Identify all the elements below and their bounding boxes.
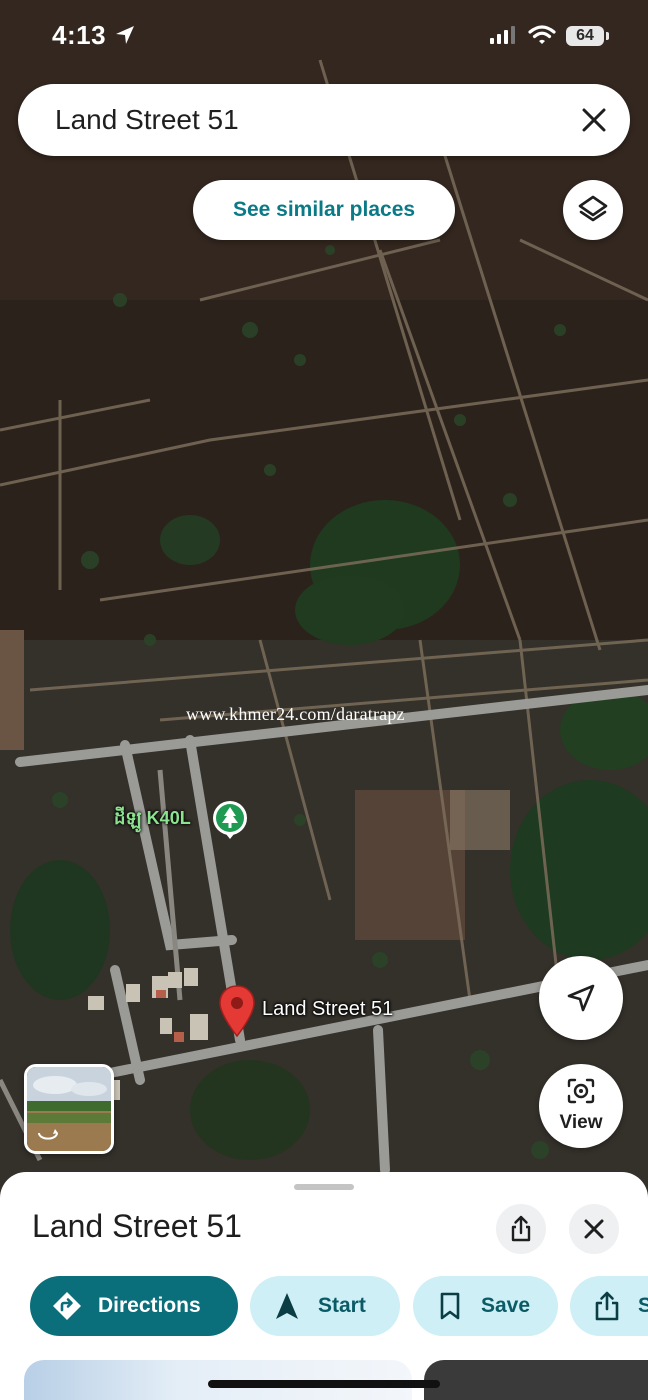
park-poi-icon[interactable] xyxy=(212,800,248,840)
close-icon[interactable] xyxy=(580,106,608,134)
place-photo[interactable] xyxy=(424,1360,648,1400)
place-bottom-sheet[interactable]: Land Street 51 Directions Start Save S xyxy=(0,1172,648,1400)
navigation-arrow-icon xyxy=(567,984,595,1012)
place-title: Land Street 51 xyxy=(32,1208,242,1244)
bookmark-icon xyxy=(440,1292,460,1320)
navigation-icon xyxy=(276,1293,298,1319)
home-indicator[interactable] xyxy=(208,1380,440,1388)
cellular-signal-icon xyxy=(490,26,515,44)
share-button[interactable] xyxy=(496,1204,546,1254)
view-button[interactable]: View xyxy=(539,1064,623,1148)
status-time: 4:13 xyxy=(52,20,107,50)
directions-icon xyxy=(53,1292,81,1320)
layers-button[interactable] xyxy=(563,180,623,240)
share-chip-button[interactable]: S xyxy=(570,1276,648,1336)
share-icon xyxy=(511,1215,531,1242)
view-label: View xyxy=(559,1112,603,1133)
location-pin-icon[interactable] xyxy=(218,984,256,1038)
start-button[interactable]: Start xyxy=(250,1276,400,1336)
location-arrow-icon xyxy=(116,26,134,44)
close-icon xyxy=(584,1219,604,1239)
layers-icon xyxy=(578,195,608,222)
directions-label: Directions xyxy=(98,1294,201,1317)
status-bar: 4:13 64 xyxy=(0,0,648,72)
poi-label[interactable]: ដីឡូ K40L xyxy=(114,806,191,833)
save-label: Save xyxy=(481,1294,531,1317)
search-bar[interactable]: Land Street 51 xyxy=(18,84,630,156)
start-label: Start xyxy=(318,1294,366,1317)
drag-handle[interactable] xyxy=(294,1184,354,1190)
directions-button[interactable]: Directions xyxy=(30,1276,238,1336)
see-similar-places-button[interactable]: See similar places xyxy=(193,180,455,240)
share-icon xyxy=(595,1291,619,1321)
share-label: S xyxy=(638,1294,648,1317)
street-view-thumbnail[interactable] xyxy=(24,1064,114,1154)
camera-search-icon xyxy=(567,1078,595,1104)
search-input[interactable]: Land Street 51 xyxy=(55,104,239,136)
close-sheet-button[interactable] xyxy=(569,1204,619,1254)
battery-indicator: 64 xyxy=(566,26,609,46)
my-location-button[interactable] xyxy=(539,956,623,1040)
pin-label: Land Street 51 xyxy=(262,998,394,1020)
wifi-icon xyxy=(528,25,556,44)
save-button[interactable]: Save xyxy=(413,1276,558,1336)
watermark-text: www.khmer24.com/daratrapz xyxy=(186,704,405,724)
